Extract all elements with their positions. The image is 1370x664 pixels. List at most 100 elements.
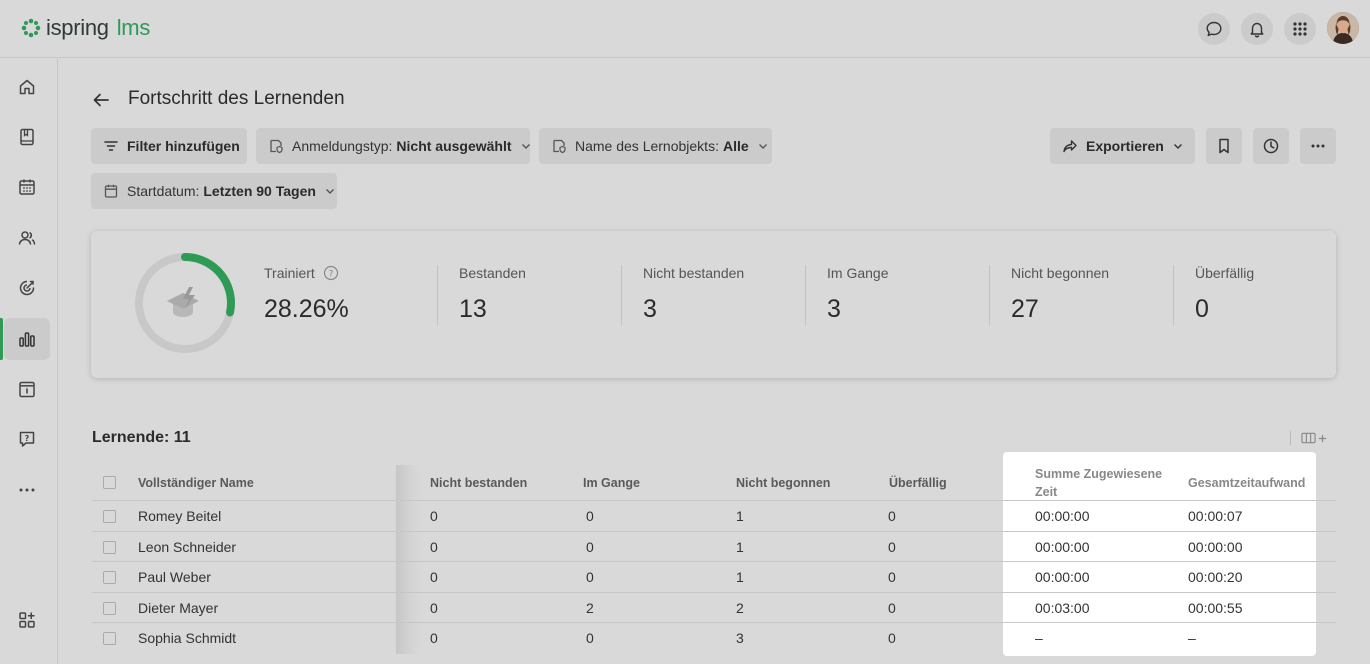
nav-calendar[interactable] bbox=[4, 166, 50, 208]
cell-failed: 0 bbox=[430, 538, 438, 555]
column-header-failed[interactable]: Nicht bestanden bbox=[430, 474, 527, 492]
share-arrow-icon bbox=[1063, 140, 1077, 153]
cell-not-started: 1 bbox=[736, 538, 744, 555]
cell-failed: 0 bbox=[430, 569, 438, 586]
registration-type-filter[interactable]: Anmeldungstyp: Nicht ausgewählt bbox=[256, 128, 530, 164]
stat-passed-label: Bestanden bbox=[459, 265, 526, 281]
shield-lock-icon bbox=[270, 139, 283, 154]
add-filter-label: Filter hinzufügen bbox=[127, 138, 240, 154]
cell-in-progress: 0 bbox=[586, 630, 594, 647]
columns-settings-button[interactable] bbox=[1290, 430, 1328, 446]
learning-object-filter[interactable]: Name des Lernobjekts: Alle bbox=[539, 128, 772, 164]
row-checkbox[interactable] bbox=[103, 571, 116, 585]
chevron-down-icon bbox=[325, 189, 334, 194]
logo[interactable]: ispring lms bbox=[20, 14, 150, 42]
cell-assigned-time: 00:00:00 bbox=[1035, 508, 1090, 524]
column-header-assigned-time-line1: Summe Zugewiesene bbox=[1035, 467, 1163, 481]
column-header-assigned-time[interactable]: Summe Zugewiesene Zeit bbox=[1035, 465, 1162, 501]
stat-trained: Trainiert ? 28.26% bbox=[264, 265, 349, 324]
app-window: ispring lms ? Fortschritt des Lernenden … bbox=[0, 0, 1370, 664]
cell-not-started: 1 bbox=[736, 508, 744, 524]
column-header-overdue[interactable]: Überfällig bbox=[889, 474, 947, 492]
stat-divider bbox=[437, 265, 438, 325]
cell-name[interactable]: Dieter Mayer bbox=[138, 600, 218, 616]
cell-not-started: 2 bbox=[736, 599, 744, 616]
registration-type-value: Nicht ausgewählt bbox=[396, 138, 512, 154]
notifications-button[interactable] bbox=[1241, 13, 1273, 45]
nav-home[interactable] bbox=[4, 66, 50, 108]
row-checkbox[interactable] bbox=[103, 540, 116, 554]
table-row[interactable]: Leon Schneider 0 0 1 0 00:00:00 00:00:00 bbox=[92, 530, 1336, 562]
cell-total-time: – bbox=[1188, 630, 1196, 647]
stat-not-started-value: 27 bbox=[1011, 295, 1039, 323]
reports-icon bbox=[19, 332, 35, 347]
start-date-filter[interactable]: Startdatum: Letzten 90 Tagen bbox=[91, 173, 337, 209]
start-date-label: Startdatum: bbox=[127, 183, 200, 199]
schedule-button[interactable] bbox=[1253, 128, 1289, 164]
table-row[interactable]: Sophia Schmidt 0 0 3 0 – – bbox=[92, 622, 1336, 653]
stat-passed-value: 13 bbox=[459, 295, 487, 323]
stat-failed: Nicht bestanden 3 bbox=[643, 265, 744, 324]
cell-name[interactable]: Sophia Schmidt bbox=[138, 630, 236, 646]
cell-overdue: 0 bbox=[888, 599, 896, 616]
back-arrow-icon[interactable] bbox=[90, 89, 112, 111]
cell-failed: 0 bbox=[430, 599, 438, 616]
cell-name[interactable]: Leon Schneider bbox=[138, 539, 236, 555]
top-bar: ispring lms bbox=[0, 0, 1370, 58]
learning-object-value: Alle bbox=[722, 138, 749, 154]
row-checkbox[interactable] bbox=[103, 601, 116, 615]
column-header-name[interactable]: Vollständiger Name bbox=[138, 474, 254, 492]
clock-icon bbox=[1263, 138, 1279, 154]
more-actions-button[interactable] bbox=[1300, 128, 1336, 164]
learners-count: Lernende: 11 bbox=[92, 429, 191, 446]
logo-text-lms: lms bbox=[116, 15, 151, 40]
ispring-logo-icon bbox=[21, 18, 41, 38]
stat-divider bbox=[621, 265, 622, 325]
chat-button[interactable] bbox=[1198, 13, 1230, 45]
nav-add-widget[interactable] bbox=[4, 599, 50, 641]
info-calendar-icon bbox=[19, 381, 35, 398]
export-label: Exportieren bbox=[1086, 138, 1164, 154]
table-row[interactable]: Paul Weber 0 0 1 0 00:00:00 00:00:20 bbox=[92, 561, 1336, 592]
nav-help[interactable]: ? bbox=[4, 418, 50, 460]
column-header-not-started[interactable]: Nicht begonnen bbox=[736, 474, 830, 492]
chevron-down-icon bbox=[758, 144, 767, 149]
column-header-in-progress[interactable]: Im Gange bbox=[583, 474, 640, 492]
filter-icon bbox=[104, 141, 118, 151]
stat-failed-value: 3 bbox=[643, 295, 657, 323]
cell-overdue: 0 bbox=[888, 538, 896, 555]
logo-text-ispring: ispring bbox=[46, 15, 109, 40]
users-icon bbox=[18, 231, 36, 245]
svg-text:?: ? bbox=[328, 269, 333, 279]
export-button[interactable]: Exportieren bbox=[1050, 128, 1195, 164]
apps-button[interactable] bbox=[1284, 13, 1316, 45]
cell-total-time: 00:00:00 bbox=[1188, 538, 1243, 555]
bookmark-button[interactable] bbox=[1206, 128, 1242, 164]
cell-assigned-time: 00:00:00 bbox=[1035, 538, 1090, 555]
nav-events[interactable] bbox=[4, 368, 50, 410]
row-checkbox[interactable] bbox=[103, 510, 116, 523]
row-checkbox[interactable] bbox=[103, 632, 116, 646]
columns-icon bbox=[1301, 432, 1316, 444]
help-circle-icon[interactable]: ? bbox=[323, 265, 339, 281]
cell-assigned-time: 00:00:00 bbox=[1035, 569, 1090, 586]
table-row[interactable]: Dieter Mayer 0 2 2 0 00:03:00 00:00:55 bbox=[92, 591, 1336, 623]
nav-reports[interactable] bbox=[0, 318, 50, 360]
nav-users[interactable] bbox=[4, 217, 50, 259]
cell-name[interactable]: Paul Weber bbox=[138, 569, 211, 585]
column-header-assigned-time-line2: Zeit bbox=[1035, 485, 1058, 499]
nav-courses[interactable] bbox=[4, 116, 50, 158]
svg-text:?: ? bbox=[25, 434, 30, 443]
cell-in-progress: 0 bbox=[586, 538, 594, 555]
user-photo-icon bbox=[1327, 12, 1359, 44]
add-filter-button[interactable]: Filter hinzufügen bbox=[91, 128, 247, 164]
cell-name[interactable]: Romey Beitel bbox=[138, 508, 221, 524]
nav-more[interactable] bbox=[4, 469, 50, 511]
select-all-checkbox[interactable] bbox=[103, 476, 116, 489]
cell-not-started: 3 bbox=[736, 630, 744, 647]
column-header-total-time[interactable]: Gesamtzeitaufwand bbox=[1188, 474, 1305, 492]
table-row[interactable]: Romey Beitel 0 0 1 0 00:00:00 00:00:07 bbox=[92, 500, 1336, 531]
stats-card: Trainiert ? 28.26% Bestanden 13 Nicht be… bbox=[91, 231, 1336, 378]
nav-goals[interactable] bbox=[4, 267, 50, 309]
avatar[interactable] bbox=[1327, 12, 1359, 44]
